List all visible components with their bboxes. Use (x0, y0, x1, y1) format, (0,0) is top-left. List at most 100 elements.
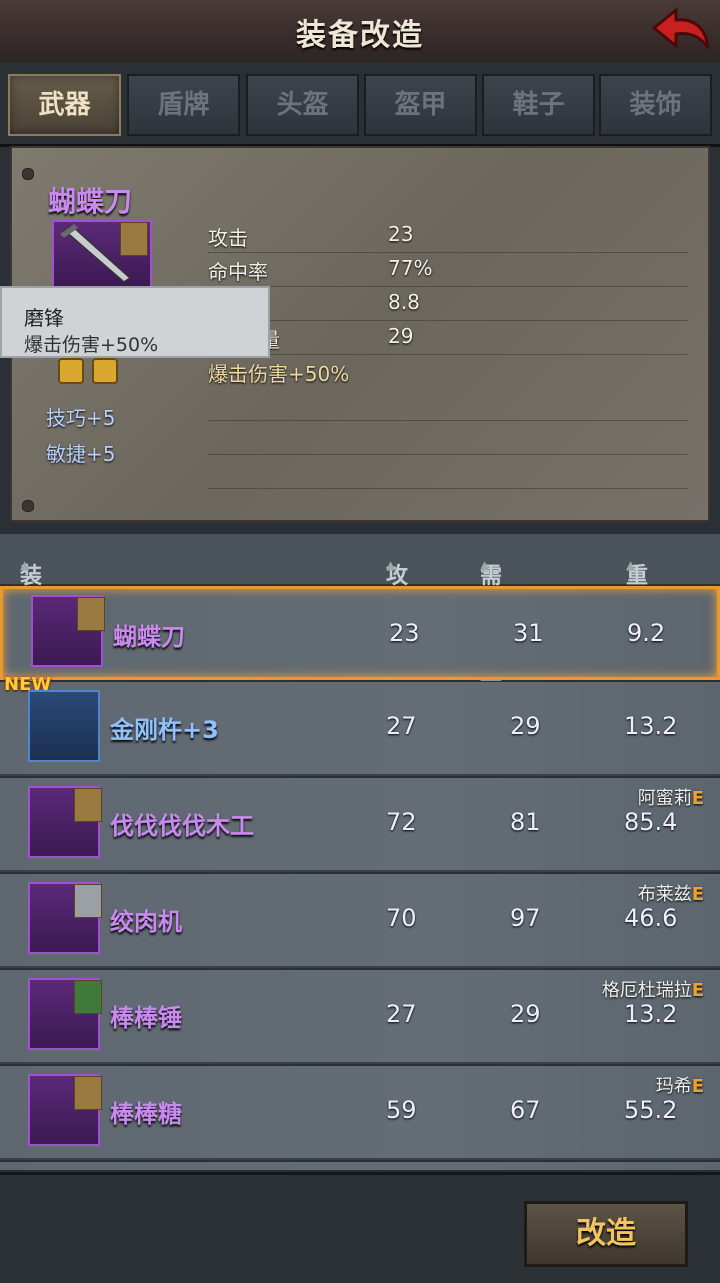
item-strength: 29 (510, 1000, 541, 1028)
item-attack: 72 (386, 808, 417, 836)
stat-value: 77% (388, 256, 433, 280)
guild-banner-icon (120, 222, 148, 256)
axe-icon (28, 786, 102, 858)
bonus-agility: 敏捷+5 (46, 442, 116, 466)
item-name: 伐伐伐伐木工 (110, 812, 254, 840)
guild-banner-icon (74, 884, 102, 918)
tab-weapon[interactable]: 武器 (8, 74, 121, 136)
list-item[interactable]: 挺好E (0, 1162, 720, 1170)
owner-grade: E (691, 884, 704, 905)
page-title: 装备改造 (296, 18, 424, 53)
dagger-icon (31, 595, 105, 667)
back-arrow-icon (651, 6, 710, 50)
item-strength: 29 (510, 712, 541, 740)
item-strength: 97 (510, 904, 541, 932)
list-item[interactable]: 伐伐伐伐木工 72 81 85.4 阿蜜莉E (0, 778, 720, 872)
rivet-icon (22, 500, 34, 512)
tab-helmet[interactable]: 头盔 (246, 74, 359, 136)
owner-name: 格厄杜瑞拉 (601, 980, 692, 1001)
stat-row-empty (208, 422, 688, 455)
tab-accessory[interactable]: 装饰 (599, 74, 712, 136)
gem-icon (92, 358, 118, 384)
stat-label: 命中率 (208, 260, 268, 284)
list-item[interactable]: 绞肉机 70 97 46.6 布莱兹E (0, 874, 720, 968)
stat-row: 命中率 77% (208, 254, 688, 287)
item-weight: 9.2 (627, 619, 666, 647)
stat-value: 29 (388, 324, 414, 348)
top-bar: 装备改造 (0, 0, 720, 64)
tooltip-effect: 爆击伤害+50% (24, 334, 159, 356)
stat-value: 8.8 (388, 290, 420, 314)
hammer-icon (28, 978, 102, 1050)
item-weight: 46.6 (624, 904, 678, 932)
list-item[interactable]: NEW 金刚杵+3 27 29 13.2 (0, 674, 720, 776)
battle-axe-icon (28, 882, 102, 954)
stat-row: 8.8 (208, 288, 688, 321)
item-name: 蝴蝶刀 (48, 185, 133, 218)
owner-name: 阿蜜莉 (637, 788, 692, 809)
stat-value: 23 (388, 222, 414, 246)
item-weight: 55.2 (624, 1096, 678, 1124)
list-item[interactable]: 棒棒锤 27 29 13.2 格厄杜瑞拉E (0, 970, 720, 1064)
tab-shoes[interactable]: 鞋子 (482, 74, 595, 136)
owner-name: 布莱兹 (637, 884, 692, 905)
guild-banner-icon (77, 597, 105, 631)
stat-label: 攻击 (208, 226, 248, 250)
owner-grade: E (691, 1076, 704, 1097)
item-owner: 布莱兹E (638, 880, 704, 906)
item-weight: 85.4 (624, 808, 678, 836)
bottom-bar: 改造 (0, 1172, 720, 1283)
sort-arrow-icon: ▲ (480, 558, 490, 572)
sort-arrow-icon: ▲ (626, 558, 636, 572)
item-owner: 玛希E (656, 1072, 704, 1098)
skill-tooltip: 磨锋 爆击伤害+50% (0, 286, 270, 358)
item-name: 绞肉机 (110, 908, 182, 936)
item-name: 金刚杵+3 (110, 716, 219, 744)
stat-row: 量 29 (208, 322, 688, 355)
item-strength: 67 (510, 1096, 541, 1124)
item-weight: 13.2 (624, 712, 678, 740)
owner-grade: E (691, 980, 704, 1001)
item-weight: 13.2 (624, 1000, 678, 1028)
item-owner: 挺好E (656, 1168, 704, 1170)
item-attack: 23 (389, 619, 420, 647)
list-item[interactable]: 蝴蝶刀 23 31 9.2 (0, 586, 720, 680)
item-name: 棒棒锤 (110, 1004, 182, 1032)
gem-icon (58, 358, 84, 384)
owner-name: 玛希 (655, 1076, 692, 1097)
item-owner: 格厄杜瑞拉E (602, 976, 704, 1002)
extra-effect: 爆击伤害+50% (208, 362, 350, 386)
rivet-icon (22, 168, 34, 180)
tab-shield[interactable]: 盾牌 (127, 74, 240, 136)
bonus-skill: 技巧+5 (46, 406, 116, 430)
guild-banner-icon (74, 788, 102, 822)
sort-arrow-icon: ▲ (20, 558, 30, 572)
category-tabs: 武器 盾牌 头盔 盔甲 鞋子 装饰 (0, 62, 720, 147)
guild-banner-icon (74, 980, 102, 1014)
back-button[interactable] (650, 6, 712, 56)
craft-button[interactable]: 改造 (524, 1201, 688, 1267)
sort-arrow-icon: ▲ (386, 558, 396, 572)
item-name: 棒棒糖 (110, 1100, 182, 1128)
stat-row-empty (208, 388, 688, 421)
equipment-list: 蝴蝶刀 23 31 9.2 NEW 金刚杵+3 27 29 13.2 伐伐伐伐木… (0, 586, 720, 1170)
item-name: 蝴蝶刀 (113, 623, 185, 651)
owner-grade: E (691, 788, 704, 809)
flail-icon (28, 1074, 102, 1146)
stat-row: 攻击 23 (208, 220, 688, 253)
item-strength: 81 (510, 808, 541, 836)
list-header: 装备筛选▲ 攻击▲ 需求力量▲ 重量▲ (0, 534, 720, 685)
guild-banner-icon (74, 1076, 102, 1110)
socket-gems (58, 358, 126, 388)
item-attack: 27 (386, 712, 417, 740)
tooltip-title: 磨锋 (24, 306, 64, 330)
stat-row-empty (208, 456, 688, 489)
item-icon (52, 220, 152, 292)
list-item[interactable]: 棒棒糖 59 67 55.2 玛希E (0, 1066, 720, 1160)
item-attack: 27 (386, 1000, 417, 1028)
item-attack: 59 (386, 1096, 417, 1124)
item-strength: 31 (513, 619, 544, 647)
tab-armor[interactable]: 盔甲 (364, 74, 477, 136)
item-owner: 阿蜜莉E (638, 784, 704, 810)
mace-icon (28, 690, 100, 762)
